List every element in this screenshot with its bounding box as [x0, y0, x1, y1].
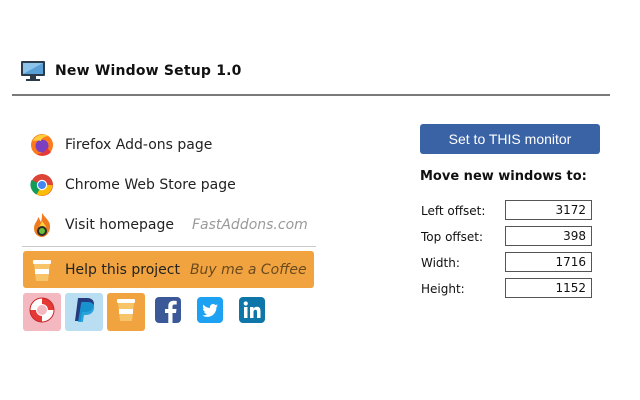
set-this-monitor-button[interactable]: Set to THIS monitor [420, 124, 600, 154]
coffee-cup-icon [29, 257, 55, 283]
twitter-icon [197, 297, 223, 327]
left-offset-input[interactable]: 3172 [505, 200, 592, 220]
left-offset-label: Left offset: [421, 204, 486, 218]
links-divider [22, 246, 316, 247]
paypal-icon [71, 296, 97, 328]
width-input[interactable]: 1716 [505, 252, 592, 272]
top-offset-label: Top offset: [421, 230, 484, 244]
linkedin-button[interactable] [235, 293, 269, 331]
fastaddons-icon [28, 211, 56, 239]
header-divider [12, 94, 610, 96]
chrome-webstore-link[interactable]: Chrome Web Store page [28, 171, 236, 199]
move-windows-heading: Move new windows to: [420, 169, 587, 184]
app-title: New Window Setup 1.0 [55, 63, 242, 79]
linkedin-icon [239, 297, 265, 327]
facebook-icon [155, 297, 181, 327]
top-offset-input[interactable]: 398 [505, 226, 592, 246]
buy-coffee-label: Buy me a Coffee [189, 261, 307, 278]
homepage-label: Visit homepage [65, 217, 174, 233]
height-input[interactable]: 1152 [505, 278, 592, 298]
chrome-icon [28, 171, 56, 199]
paypal-button[interactable] [65, 293, 103, 331]
coffee-button[interactable] [107, 293, 145, 331]
firefox-icon [28, 131, 56, 159]
facebook-button[interactable] [151, 293, 185, 331]
support-lifebuoy-button[interactable] [23, 293, 61, 331]
height-label: Height: [421, 282, 465, 296]
help-project-label: Help this project [65, 261, 180, 278]
coffee-cup-icon [115, 297, 137, 327]
monitor-icon [20, 60, 46, 86]
firefox-addons-link[interactable]: Firefox Add-ons page [28, 131, 212, 159]
homepage-domain: FastAddons.com [191, 217, 308, 233]
firefox-addons-label: Firefox Add-ons page [65, 137, 213, 153]
width-label: Width: [421, 256, 460, 270]
chrome-webstore-label: Chrome Web Store page [65, 177, 236, 193]
lifebuoy-icon [27, 295, 57, 329]
help-project-button[interactable]: Help this project Buy me a Coffee [23, 251, 314, 288]
homepage-link[interactable]: Visit homepage FastAddons.com [28, 211, 308, 239]
twitter-button[interactable] [193, 293, 227, 331]
header: New Window Setup 1.0 [20, 60, 610, 84]
